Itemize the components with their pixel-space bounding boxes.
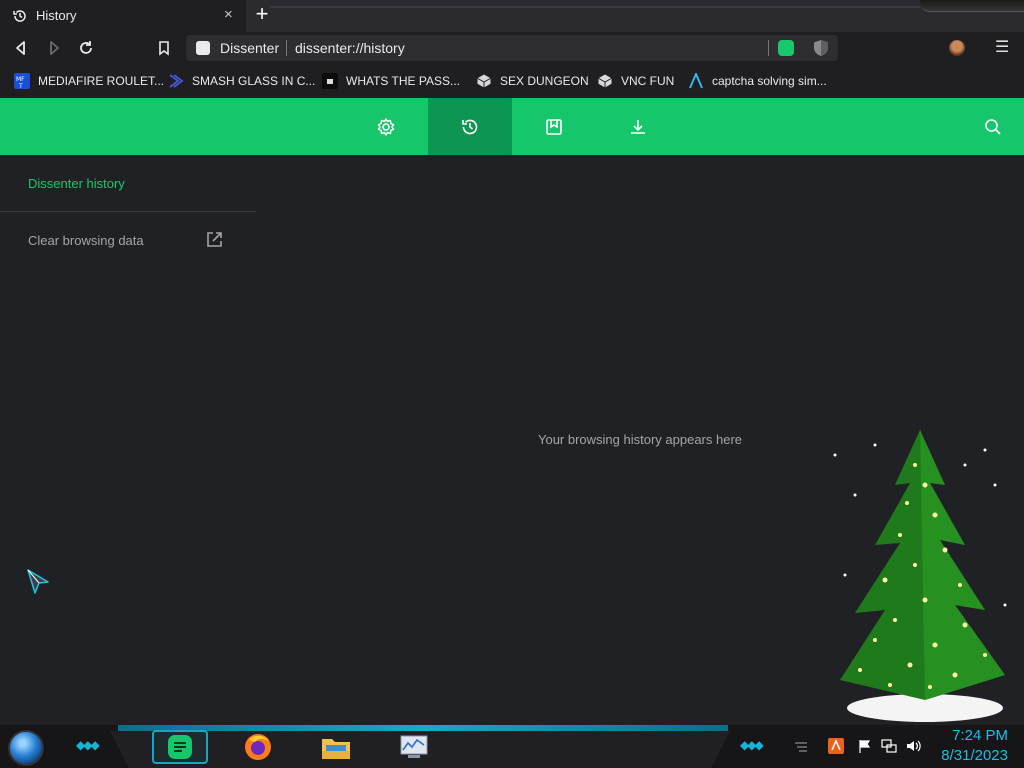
bookmarks-icon xyxy=(546,118,562,135)
bookmark-item[interactable]: SEX DUNGEON xyxy=(476,72,589,90)
mouse-cursor-icon xyxy=(27,569,49,594)
performance-monitor-icon xyxy=(400,735,428,758)
taskbar-app-firefox[interactable] xyxy=(230,730,286,764)
menu-icon[interactable]: ☰ xyxy=(995,39,1009,57)
bookmark-label: MEDIAFIRE ROULET... xyxy=(38,74,165,88)
bookmark-label: VNC FUN xyxy=(621,74,675,88)
bookmark-cube-icon xyxy=(597,73,613,89)
tab-history[interactable]: History × xyxy=(0,0,246,32)
sidebar-divider xyxy=(0,211,256,212)
site-name: Dissenter xyxy=(220,40,280,56)
dissenter-icon xyxy=(168,735,192,759)
downloads-button[interactable] xyxy=(596,98,680,155)
back-icon[interactable] xyxy=(12,39,30,57)
bookmark-item[interactable]: captcha solving sim... xyxy=(688,72,827,90)
bookmark-item[interactable]: WHATS THE PASS... xyxy=(322,72,460,90)
taskbar-app-performance-monitor[interactable] xyxy=(386,730,442,764)
site-info-icon[interactable] xyxy=(196,41,210,55)
taskbar-chevron-right-icon: ◆◆◆ xyxy=(740,738,764,752)
profile-avatar[interactable] xyxy=(949,40,965,56)
app-header xyxy=(0,98,1024,155)
firefox-icon xyxy=(245,734,271,760)
new-tab-button[interactable]: + xyxy=(252,3,272,25)
bookmark-label: WHATS THE PASS... xyxy=(346,74,461,88)
clock-time[interactable]: 7:24 PM xyxy=(938,727,1008,744)
volume-icon[interactable] xyxy=(905,738,921,754)
mediafire-icon: MF T xyxy=(14,73,30,89)
flag-icon[interactable] xyxy=(857,738,873,754)
bookmark-dark-icon xyxy=(322,73,338,89)
external-link-icon[interactable] xyxy=(205,231,223,249)
christmas-tree-decoration xyxy=(833,430,1007,722)
empty-history-message: Your browsing history appears here xyxy=(537,432,743,447)
tab-title: History xyxy=(36,8,77,23)
history-icon xyxy=(462,119,478,134)
bookmark-item[interactable]: MF T MEDIAFIRE ROULET... xyxy=(14,72,164,90)
network-icon[interactable] xyxy=(881,738,897,754)
bookmark-item[interactable]: VNC FUN xyxy=(597,72,674,90)
sidebar: Dissenter history Clear browsing data xyxy=(0,155,256,725)
history-icon xyxy=(13,10,26,22)
downloads-icon xyxy=(631,119,645,134)
taskbar-app-dissenter[interactable] xyxy=(152,730,208,764)
start-button[interactable] xyxy=(8,730,44,766)
bookmark-label: SMASH GLASS IN C... xyxy=(192,74,316,88)
address-bar[interactable]: Dissenter dissenter://history xyxy=(186,35,838,61)
search-icon xyxy=(985,119,1001,135)
bookmark-icon[interactable] xyxy=(155,39,173,57)
bookmark-arrow-icon xyxy=(689,73,703,89)
svg-text:T: T xyxy=(18,83,23,89)
tray-stripes-icon xyxy=(795,742,807,752)
clear-browsing-data-link[interactable]: Clear browsing data xyxy=(28,233,144,248)
settings-icon xyxy=(377,117,395,136)
svg-text:MF: MF xyxy=(16,76,25,83)
shield-icon[interactable] xyxy=(813,39,829,57)
omnibox-separator xyxy=(286,40,287,56)
sidebar-item-history[interactable]: Dissenter history xyxy=(28,176,125,191)
bookmark-chevron-icon xyxy=(169,74,184,88)
bookmark-label: captcha solving sim... xyxy=(712,74,827,88)
tray-app-icon[interactable] xyxy=(828,738,844,754)
settings-button[interactable] xyxy=(344,98,428,155)
bookmark-item[interactable]: SMASH GLASS IN C... xyxy=(168,72,315,90)
forward-icon[interactable] xyxy=(45,39,63,57)
bookmarks-bar: MF T MEDIAFIRE ROULET... SMASH GLASS IN … xyxy=(0,64,1024,98)
clock-date[interactable]: 8/31/2023 xyxy=(928,747,1008,764)
close-tab-icon[interactable]: × xyxy=(224,7,238,23)
dissenter-extension-icon[interactable] xyxy=(778,40,794,56)
history-button[interactable] xyxy=(428,98,512,155)
search-button[interactable] xyxy=(980,114,1006,140)
tab-strip: History × + xyxy=(0,0,1024,32)
url-text[interactable]: dissenter://history xyxy=(295,40,405,56)
toolbar: Dissenter dissenter://history ☰ xyxy=(0,32,1024,64)
file-explorer-icon xyxy=(322,739,350,759)
bookmarks-button[interactable] xyxy=(512,98,596,155)
taskbar-app-file-explorer[interactable] xyxy=(308,730,364,764)
taskbar-chevron-icon: ◆◆◆ xyxy=(76,738,100,752)
omnibox-separator-2 xyxy=(768,40,769,56)
tabstrip-decoration xyxy=(270,6,920,8)
taskbar: ◆◆◆ ◆◆◆ 7:24 PM 8/31/2023 xyxy=(0,725,1024,768)
window-ornament xyxy=(920,0,1024,12)
bookmark-label: SEX DUNGEON xyxy=(500,74,589,88)
bookmark-cube-icon xyxy=(476,73,492,89)
reload-icon[interactable] xyxy=(77,39,95,57)
